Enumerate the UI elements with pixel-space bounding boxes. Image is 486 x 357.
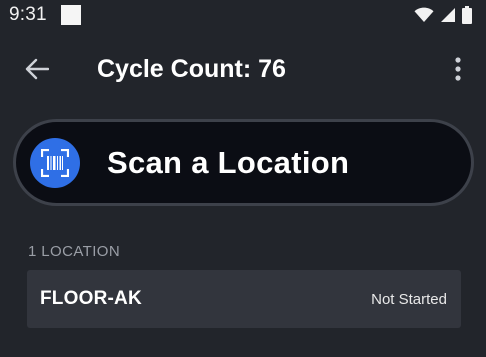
scan-icon-circle [30, 137, 80, 188]
scan-location-button[interactable]: Scan a Location [13, 119, 474, 206]
app-bar: Cycle Count: 76 [0, 44, 486, 94]
page-title: Cycle Count: 76 [97, 55, 286, 83]
battery-icon [462, 6, 472, 24]
status-left: 9:31 [9, 4, 81, 26]
barcode-scan-icon [41, 148, 69, 177]
status-bar: 9:31 [0, 0, 486, 30]
scan-location-label: Scan a Location [107, 144, 350, 180]
arrow-left-icon [25, 58, 49, 80]
overflow-menu-button[interactable] [446, 54, 470, 84]
notification-square-icon [60, 5, 81, 25]
locations-count-header: 1 LOCATION [28, 243, 121, 260]
cellular-signal-icon [441, 8, 455, 22]
status-right [414, 6, 472, 24]
more-vertical-icon [455, 57, 461, 81]
location-row[interactable]: FLOOR-AK Not Started [27, 270, 461, 328]
back-button[interactable] [22, 54, 52, 84]
location-status: Not Started [371, 290, 447, 308]
wifi-icon [414, 7, 434, 22]
status-time: 9:31 [9, 4, 47, 25]
location-name: FLOOR-AK [40, 288, 142, 309]
